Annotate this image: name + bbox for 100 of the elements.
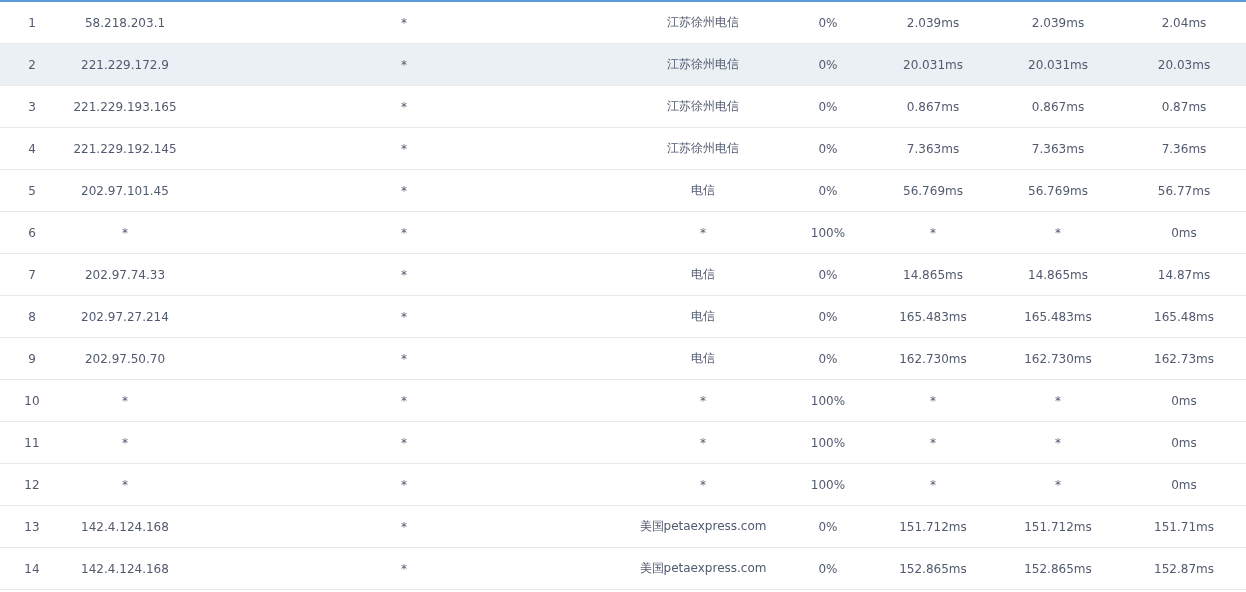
table-cell-text: * [1054, 435, 1062, 450]
table-cell-text: 0% [817, 519, 839, 534]
table-cell-text: * [400, 57, 408, 72]
table-cell-text: 152.865ms [898, 561, 968, 576]
table-cell-text: 8 [27, 309, 37, 324]
table-cell-text: 2.04ms [1160, 15, 1208, 30]
table-cell-text: 162.730ms [898, 351, 968, 366]
table-cell-text: * [929, 225, 937, 240]
table-cell-text: 202.97.101.45 [80, 183, 170, 198]
table-cell-text: 2.039ms [905, 15, 961, 30]
table-cell-text: 56.769ms [902, 183, 964, 198]
table-cell-text: 14.87ms [1156, 267, 1212, 282]
table-cell-text: * [400, 309, 408, 324]
table-cell-text: 5 [27, 183, 37, 198]
table-cell-text: 0.867ms [1030, 99, 1086, 114]
table-cell-text: 电信 [690, 182, 716, 199]
table-cell-text: 江苏徐州电信 [666, 98, 740, 115]
table-cell-text: * [400, 519, 408, 534]
table-cell-text: 14 [23, 561, 41, 576]
table-cell-text: 0% [817, 183, 839, 198]
table-cell-text: 0% [817, 15, 839, 30]
table-cell-text: * [1054, 225, 1062, 240]
table-cell-text: * [400, 393, 408, 408]
table-cell-text: * [1054, 393, 1062, 408]
table-cell-text: 0% [817, 561, 839, 576]
table-cell-text: 10 [23, 393, 41, 408]
table-cell-text: 221.229.192.145 [72, 141, 178, 156]
table-cell-text: 0ms [1170, 393, 1198, 408]
table-cell-text: 100% [809, 225, 847, 240]
table-cell-text: 电信 [690, 308, 716, 325]
table-cell-text: 0ms [1170, 477, 1198, 492]
table-cell-text: 11 [23, 435, 41, 450]
table-cell-text: 202.97.74.33 [83, 267, 167, 282]
table-cell-text: * [929, 477, 937, 492]
table-cell-text: 0.87ms [1160, 99, 1208, 114]
table-cell-text: * [121, 435, 129, 450]
table-cell-text: 电信 [690, 266, 716, 283]
table-cell-text: * [400, 267, 408, 282]
table-cell-text: 165.483ms [898, 309, 968, 324]
table-cell-text: 0% [817, 351, 839, 366]
table-cell-text: 165.48ms [1153, 309, 1215, 324]
table-cell-text: 江苏徐州电信 [666, 56, 740, 73]
table-cell-text: 56.769ms [1027, 183, 1089, 198]
table-cell-text: * [121, 477, 129, 492]
table-cell-text: 0% [817, 141, 839, 156]
table-cell-text: 152.865ms [1023, 561, 1093, 576]
table-cell-text: 162.730ms [1023, 351, 1093, 366]
table-cell-text: 0% [817, 57, 839, 72]
table-cell-text: 2 [27, 57, 37, 72]
table-cell-text: * [400, 225, 408, 240]
table-cell-text: * [400, 141, 408, 156]
table-cell-text: * [121, 225, 129, 240]
table-cell-text: 12 [23, 477, 41, 492]
table-cell-text: 江苏徐州电信 [666, 14, 740, 31]
table-cell-text: 142.4.124.168 [80, 561, 170, 576]
table-cell-text: * [699, 435, 707, 450]
table-cell-text: * [400, 435, 408, 450]
table-cell-text: * [400, 99, 408, 114]
table-cell-text: 162.73ms [1153, 351, 1215, 366]
table-cell-text: 0% [817, 309, 839, 324]
table-cell-text: 13 [23, 519, 41, 534]
table-cell-text: 美国petaexpress.com [638, 518, 768, 535]
table-cell-text: 0ms [1170, 225, 1198, 240]
table-cell-text: 7.363ms [1030, 141, 1086, 156]
table-cell-text: 7 [27, 267, 37, 282]
table-cell-text: 100% [809, 393, 847, 408]
table-cell-text: 202.97.27.214 [80, 309, 170, 324]
table-cell-text: * [699, 225, 707, 240]
table-cell-text: 14.865ms [902, 267, 964, 282]
table-cell-text: * [699, 393, 707, 408]
table-cell-text: * [400, 183, 408, 198]
table-cell-text: * [400, 15, 408, 30]
table-cell-text: 1 [27, 15, 37, 30]
table-cell-text: * [400, 351, 408, 366]
table-cell-text: 7.36ms [1160, 141, 1208, 156]
table-cell-text: 0% [817, 267, 839, 282]
table-cell-text: 电信 [690, 350, 716, 367]
table-cell-text: 202.97.50.70 [83, 351, 167, 366]
table-cell-text: 7.363ms [905, 141, 961, 156]
table-cell-text: 4 [27, 141, 37, 156]
table-cell-text: 3 [27, 99, 37, 114]
table-cell-text: 165.483ms [1023, 309, 1093, 324]
table-cell-text: 2.039ms [1030, 15, 1086, 30]
table-cell-text: * [400, 477, 408, 492]
table-cell-text: 56.77ms [1156, 183, 1212, 198]
table-cell-text: * [929, 393, 937, 408]
table-cell-text: 221.229.193.165 [72, 99, 178, 114]
table-cell-text: * [929, 435, 937, 450]
table-cell-text: 20.03ms [1156, 57, 1212, 72]
table-cell-text: 151.712ms [1023, 519, 1093, 534]
table-cell-text: 美国petaexpress.com [638, 560, 768, 577]
table-cell-text: 20.031ms [902, 57, 964, 72]
table-cell-text: 151.712ms [898, 519, 968, 534]
table-cell-text: 142.4.124.168 [80, 519, 170, 534]
table-cell-text: 100% [809, 435, 847, 450]
table-cell-text: 0% [817, 99, 839, 114]
table-cell-text: 152.87ms [1153, 561, 1215, 576]
table-cell-text: 20.031ms [1027, 57, 1089, 72]
table-cell-text: * [1054, 477, 1062, 492]
table-cell-text: 6 [27, 225, 37, 240]
